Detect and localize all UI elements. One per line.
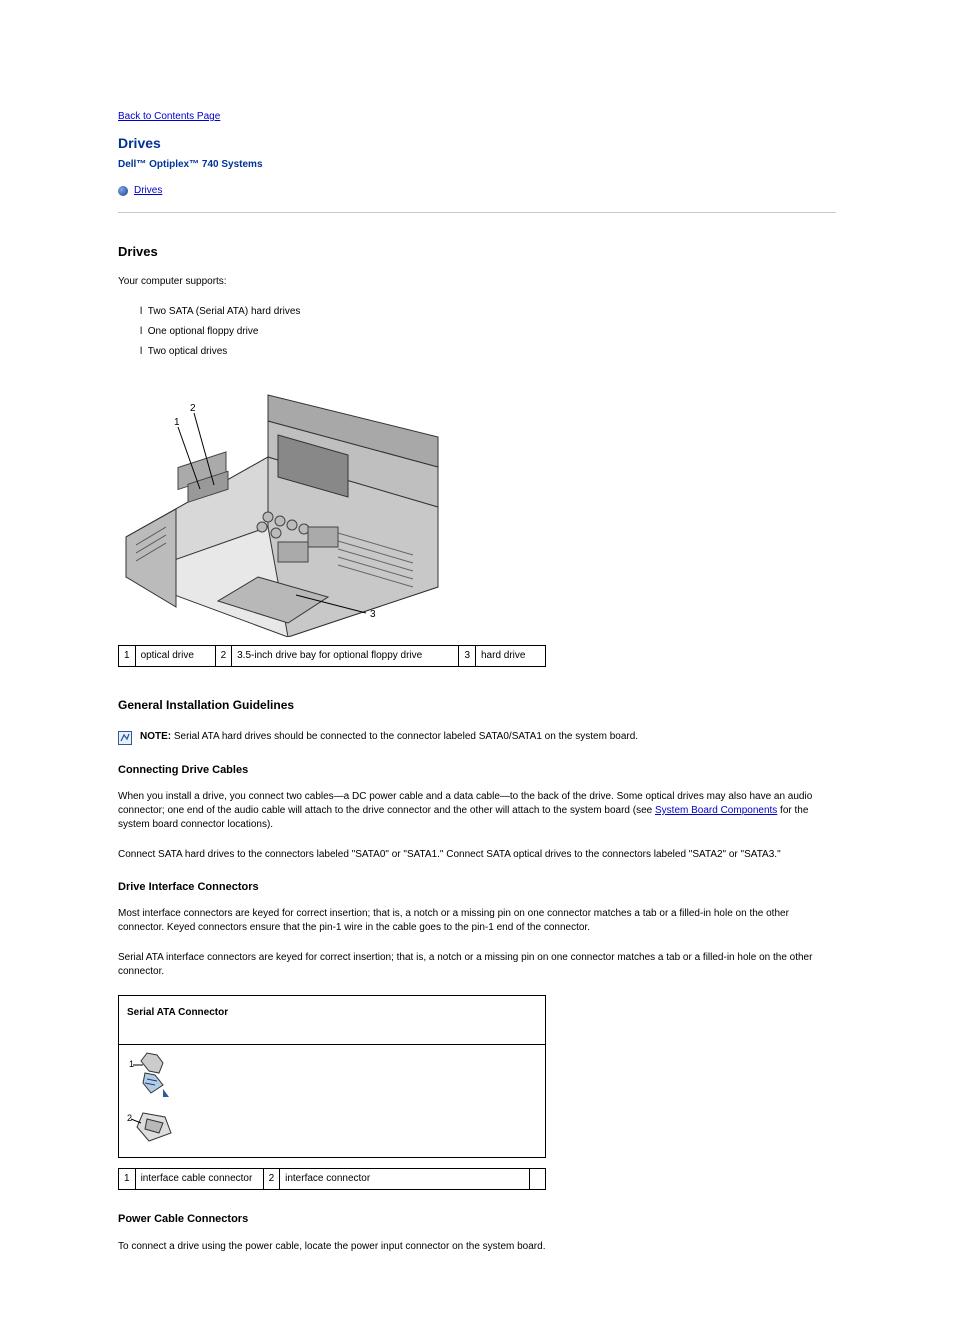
power-heading: Power Cable Connectors bbox=[118, 1212, 836, 1227]
sata-connector-box: Serial ATA Connector 1 2 bbox=[118, 995, 546, 1158]
connecting-para-1: When you install a drive, you connect tw… bbox=[118, 790, 836, 832]
connecting-para-2: Connect SATA hard drives to the connecto… bbox=[118, 848, 836, 862]
fig1-cell-2t: 3.5-inch drive bay for optional floppy d… bbox=[232, 645, 459, 666]
fig1-cell-3t: hard drive bbox=[476, 645, 546, 666]
fig2-cell-1t: interface cable connector bbox=[135, 1169, 263, 1190]
supports-text: Your computer supports: bbox=[118, 275, 836, 289]
chassis-diagram-svg: 1 2 3 bbox=[118, 377, 448, 637]
fig1-cell-2n: 2 bbox=[215, 645, 232, 666]
interface-heading: Drive Interface Connectors bbox=[118, 880, 836, 895]
section-heading-drives: Drives bbox=[118, 243, 836, 261]
svg-text:1: 1 bbox=[174, 417, 180, 428]
document-subtitle: Dell™ Optiplex™ 740 Systems bbox=[118, 158, 836, 172]
figure1-label-table: 1 optical drive 2 3.5-inch drive bay for… bbox=[118, 645, 546, 667]
fig2-cell-2t: interface connector bbox=[280, 1169, 530, 1190]
fig1-cell-1n: 1 bbox=[119, 645, 136, 666]
svg-text:1: 1 bbox=[129, 1059, 134, 1069]
chassis-figure: 1 2 3 bbox=[118, 377, 836, 637]
page-title: Drives bbox=[118, 134, 836, 154]
support-item-1: l Two SATA (Serial ATA) hard drives bbox=[140, 305, 836, 319]
fig2-cell-2n: 2 bbox=[263, 1169, 280, 1190]
sata-connector-svg: 1 2 bbox=[123, 1051, 201, 1151]
sata-connector-box-body: 1 2 bbox=[119, 1045, 545, 1157]
svg-text:2: 2 bbox=[190, 403, 196, 414]
note-row: NOTE: Serial ATA hard drives should be c… bbox=[118, 730, 836, 745]
system-board-components-link[interactable]: System Board Components bbox=[655, 805, 777, 816]
back-to-contents-link[interactable]: Back to Contents Page bbox=[118, 110, 836, 124]
guidelines-heading: General Installation Guidelines bbox=[118, 697, 836, 714]
fig2-cell-empty bbox=[530, 1169, 546, 1190]
fig2-cell-1n: 1 bbox=[119, 1169, 136, 1190]
toc-bullet-row: Drives bbox=[118, 184, 836, 198]
divider bbox=[118, 212, 836, 213]
sata-connector-box-header: Serial ATA Connector bbox=[119, 996, 545, 1045]
fig1-cell-1t: optical drive bbox=[135, 645, 215, 666]
svg-text:2: 2 bbox=[127, 1113, 132, 1123]
fig1-cell-3n: 3 bbox=[459, 645, 476, 666]
support-item-2: l One optional floppy drive bbox=[140, 325, 836, 339]
support-item-3: l Two optical drives bbox=[140, 345, 836, 359]
keyed-para-2: Serial ATA interface connectors are keye… bbox=[118, 951, 836, 979]
note-icon bbox=[118, 731, 132, 745]
bullet-icon bbox=[118, 186, 128, 196]
figure2-label-table: 1 interface cable connector 2 interface … bbox=[118, 1168, 546, 1190]
toc-drives-link[interactable]: Drives bbox=[134, 184, 162, 198]
svg-text:3: 3 bbox=[370, 609, 376, 620]
connecting-heading: Connecting Drive Cables bbox=[118, 763, 836, 778]
keyed-para-1: Most interface connectors are keyed for … bbox=[118, 907, 836, 935]
power-text: To connect a drive using the power cable… bbox=[118, 1240, 836, 1254]
note-text: NOTE: Serial ATA hard drives should be c… bbox=[140, 730, 638, 744]
